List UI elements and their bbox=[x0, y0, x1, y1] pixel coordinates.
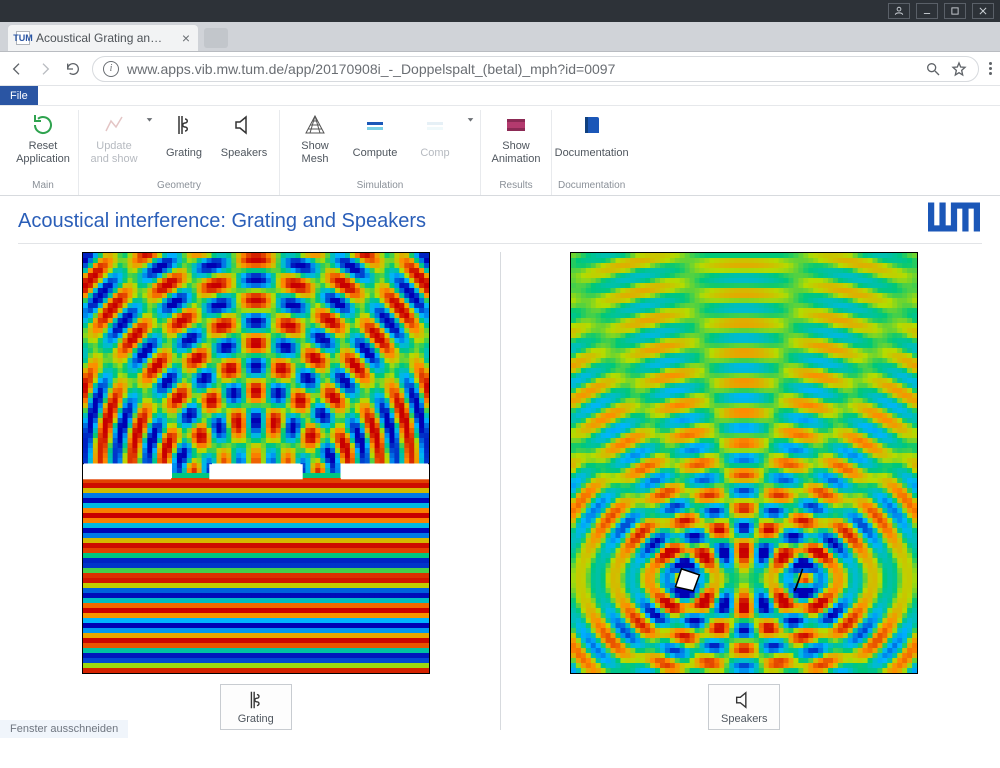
speaker-icon bbox=[232, 112, 256, 138]
ribbon: Reset Application Main Update and show G… bbox=[0, 106, 1000, 196]
window-close-button[interactable] bbox=[972, 3, 994, 19]
film-icon bbox=[504, 112, 528, 138]
file-menu[interactable]: File bbox=[0, 86, 38, 105]
documentation-button[interactable]: Documentation bbox=[563, 110, 621, 178]
ribbon-group-documentation: Documentation Documentation bbox=[552, 110, 631, 195]
app-menubar: File bbox=[0, 86, 1000, 106]
grating-panel: Grating bbox=[18, 252, 494, 730]
speakers-panel-label: Speakers bbox=[721, 713, 767, 725]
window-minimize-button[interactable] bbox=[916, 3, 938, 19]
grating-icon bbox=[245, 689, 267, 711]
ribbon-group-geometry: Update and show Grating Speakers Geometr… bbox=[79, 110, 280, 195]
ribbon-group-main: Reset Application Main bbox=[8, 110, 79, 195]
ribbon-group-results: Show Animation Results bbox=[481, 110, 552, 195]
compute-alt-icon bbox=[423, 112, 447, 138]
favicon-icon: TUM bbox=[16, 31, 30, 45]
ribbon-group-label: Documentation bbox=[558, 178, 625, 195]
site-info-icon[interactable]: i bbox=[103, 61, 119, 77]
bookmark-star-icon[interactable] bbox=[950, 60, 968, 78]
grating-button[interactable]: Grating bbox=[155, 110, 213, 178]
new-tab-button[interactable] bbox=[204, 28, 228, 48]
update-icon bbox=[102, 112, 126, 138]
compute-button[interactable]: Compute bbox=[346, 110, 404, 178]
show-animation-button[interactable]: Show Animation bbox=[487, 110, 545, 178]
speakers-panel: Speakers bbox=[507, 252, 983, 730]
content-area: Acoustical interference: Grating and Spe… bbox=[0, 196, 1000, 738]
speakers-panel-button[interactable]: Speakers bbox=[708, 684, 780, 730]
address-bar[interactable]: i www.apps.vib.mw.tum.de/app/20170908i_-… bbox=[92, 56, 979, 82]
reset-application-button[interactable]: Reset Application bbox=[14, 110, 72, 178]
browser-tab[interactable]: TUM Acoustical Grating and Sp × bbox=[8, 25, 198, 51]
grating-plot bbox=[82, 252, 430, 674]
grating-panel-label: Grating bbox=[238, 713, 274, 725]
forward-button[interactable] bbox=[36, 60, 54, 78]
compute-icon bbox=[363, 112, 387, 138]
ribbon-group-label: Geometry bbox=[157, 178, 201, 195]
browser-toolbar: i www.apps.vib.mw.tum.de/app/20170908i_-… bbox=[0, 52, 1000, 86]
reload-button[interactable] bbox=[64, 60, 82, 78]
ribbon-group-simulation: Show Mesh Compute Comp Simulation bbox=[280, 110, 481, 195]
snipping-overlay: Fenster ausschneiden bbox=[0, 720, 128, 738]
show-mesh-button[interactable]: Show Mesh bbox=[286, 110, 344, 178]
dropdown-caret-icon[interactable] bbox=[466, 110, 474, 178]
reset-icon bbox=[31, 112, 55, 138]
dropdown-caret-icon[interactable] bbox=[145, 110, 153, 178]
search-icon[interactable] bbox=[924, 60, 942, 78]
ribbon-group-label: Simulation bbox=[357, 178, 404, 195]
speakers-button[interactable]: Speakers bbox=[215, 110, 273, 178]
browser-tabstrip: TUM Acoustical Grating and Sp × bbox=[0, 22, 1000, 52]
tab-title: Acoustical Grating and Sp bbox=[36, 31, 166, 45]
url-text: www.apps.vib.mw.tum.de/app/20170908i_-_D… bbox=[127, 61, 916, 77]
page-title: Acoustical interference: Grating and Spe… bbox=[18, 204, 982, 244]
ribbon-group-label: Results bbox=[499, 178, 532, 195]
update-and-show-button[interactable]: Update and show bbox=[85, 110, 143, 178]
grating-icon bbox=[172, 112, 196, 138]
tum-logo-icon bbox=[928, 202, 980, 235]
ribbon-group-label: Main bbox=[32, 178, 54, 195]
mesh-icon bbox=[303, 112, 327, 138]
window-maximize-button[interactable] bbox=[944, 3, 966, 19]
grating-panel-button[interactable]: Grating bbox=[220, 684, 292, 730]
panel-divider bbox=[500, 252, 501, 730]
compute-alt-button[interactable]: Comp bbox=[406, 110, 464, 178]
window-user-icon[interactable] bbox=[888, 3, 910, 19]
speakers-plot bbox=[570, 252, 918, 674]
speaker-icon bbox=[733, 689, 755, 711]
browser-menu-button[interactable] bbox=[989, 62, 992, 75]
back-button[interactable] bbox=[8, 60, 26, 78]
window-titlebar bbox=[0, 0, 1000, 22]
tab-close-button[interactable]: × bbox=[182, 31, 190, 45]
book-icon bbox=[580, 112, 604, 138]
